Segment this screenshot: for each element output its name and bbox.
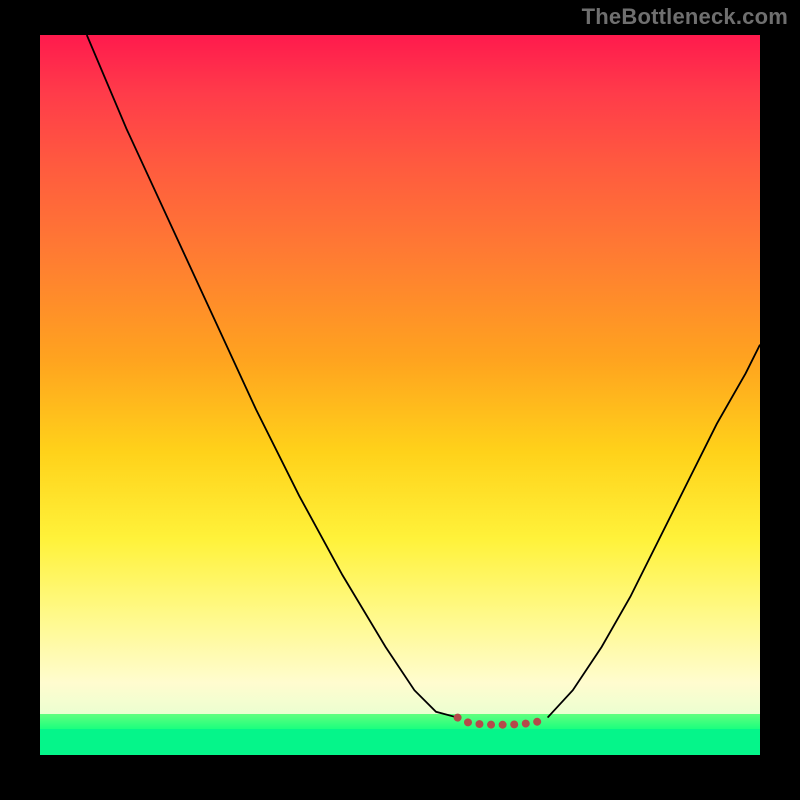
right-branch-path xyxy=(548,345,760,718)
attribution-label: TheBottleneck.com xyxy=(582,4,788,30)
valley-marker-path xyxy=(458,718,548,725)
curve-svg xyxy=(40,35,760,755)
left-branch-path xyxy=(87,35,458,718)
plot-area xyxy=(40,35,760,755)
chart-container: TheBottleneck.com xyxy=(0,0,800,800)
